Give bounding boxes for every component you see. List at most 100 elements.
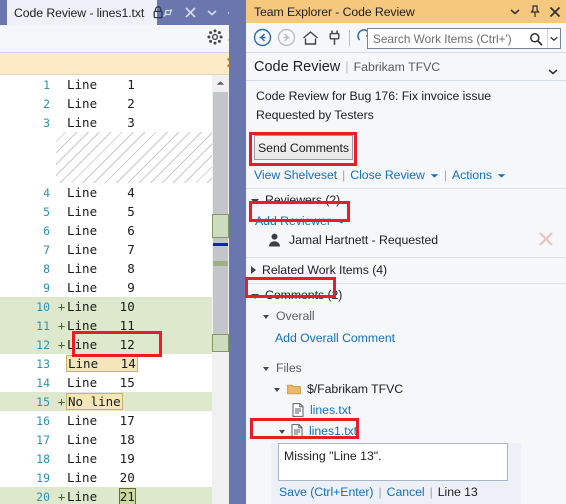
settings-gear-icon[interactable] bbox=[207, 29, 223, 50]
link-separator: | bbox=[378, 485, 382, 499]
chevron-down-icon[interactable] bbox=[263, 367, 269, 371]
chevron-down-icon[interactable] bbox=[497, 166, 506, 184]
code-line[interactable]: 6 Line 6 bbox=[0, 221, 212, 240]
link-separator: | bbox=[443, 168, 447, 182]
tab-label: Code Review - lines1.txt bbox=[14, 5, 145, 20]
line-text: Line 8 bbox=[67, 261, 135, 276]
code-line[interactable]: 14 Line 15 bbox=[0, 373, 212, 392]
code-line[interactable]: 7 Line 7 bbox=[0, 240, 212, 259]
actions-link[interactable]: Actions bbox=[452, 168, 492, 182]
code-line[interactable]: 11 + Line 11 bbox=[0, 316, 212, 335]
comment-textarea[interactable]: Missing "Line 13". bbox=[278, 443, 508, 481]
tab-code-review-lines1[interactable]: Code Review - lines1.txt bbox=[7, 0, 157, 25]
overall-group-header[interactable]: Overall bbox=[263, 309, 315, 323]
chevron-down-icon[interactable] bbox=[430, 166, 439, 184]
diff-marker: + bbox=[57, 337, 66, 352]
code-line[interactable]: 5 Line 5 bbox=[0, 202, 212, 221]
related-work-items-section-header[interactable]: Related Work Items (4) bbox=[251, 263, 387, 277]
chevron-down-icon[interactable] bbox=[279, 430, 285, 434]
add-overall-comment-link[interactable]: Add Overall Comment bbox=[275, 331, 395, 345]
close-review-link[interactable]: Close Review bbox=[350, 168, 425, 182]
line-text: Line 6 bbox=[67, 223, 135, 238]
team-explorer-title: Team Explorer - Code Review bbox=[254, 4, 415, 19]
code-line[interactable]: 8 Line 8 bbox=[0, 259, 212, 278]
view-shelveset-link[interactable]: View Shelveset bbox=[254, 168, 337, 182]
comments-section-header[interactable]: Comments (2) bbox=[251, 288, 342, 302]
line-number: 1 bbox=[43, 77, 50, 92]
review-summary-title: Code Review for Bug 176: Fix invoice iss… bbox=[256, 89, 492, 103]
code-line[interactable]: 18 Line 19 bbox=[0, 449, 212, 468]
line-number: 6 bbox=[43, 223, 50, 238]
tab-list-chevron-icon[interactable] bbox=[201, 0, 223, 25]
pin-icon[interactable] bbox=[157, 0, 179, 25]
remove-x-icon[interactable] bbox=[538, 231, 554, 252]
comment-editor-actions: Save (Ctrl+Enter) | Cancel | Line 13 bbox=[279, 485, 478, 499]
send-comments-button[interactable]: Send Comments bbox=[254, 135, 353, 160]
line-number: 11 bbox=[36, 318, 50, 333]
code-line[interactable]: 17 Line 18 bbox=[0, 430, 212, 449]
code-review-editor-pane: Code Review - lines1.txt 1 Line 1 2 Line… bbox=[0, 0, 245, 504]
scroll-up-arrow-icon[interactable] bbox=[212, 75, 229, 90]
team-explorer-title-bar: Team Explorer - Code Review bbox=[246, 0, 566, 23]
link-separator: | bbox=[429, 485, 433, 499]
code-line[interactable]: 20 + Line 21 bbox=[0, 487, 212, 504]
chevron-down-icon[interactable] bbox=[506, 1, 524, 22]
editor-vertical-scrollbar[interactable] bbox=[212, 75, 229, 504]
search-work-items-input[interactable]: Search Work Items (Ctrl+') bbox=[367, 28, 561, 49]
reviewers-section-label: Reviewers (2) bbox=[265, 193, 341, 207]
diff-marker: + bbox=[57, 489, 66, 504]
pane-splitter[interactable] bbox=[229, 0, 245, 504]
folder-name: $/Fabrikam TFVC bbox=[307, 382, 404, 396]
diff-code-area: 1 Line 1 2 Line 2 3 Line 3 4 Line 4 5 Li… bbox=[0, 75, 245, 504]
home-icon[interactable] bbox=[298, 26, 322, 50]
chevron-down-icon[interactable] bbox=[547, 29, 560, 48]
reviewer-name: Jamal Hartnett - Requested bbox=[289, 233, 439, 247]
editor-info-bar: ✕ bbox=[0, 53, 245, 75]
plug-icon[interactable] bbox=[322, 26, 346, 50]
code-line[interactable]: 16 Line 17 bbox=[0, 411, 212, 430]
code-line[interactable]: 19 Line 20 bbox=[0, 468, 212, 487]
line-text: Line 17 bbox=[67, 413, 135, 428]
code-line[interactable]: 9 Line 9 bbox=[0, 278, 212, 297]
file-node-lines1-txt[interactable]: lines1.txt bbox=[279, 424, 357, 438]
pin-icon[interactable] bbox=[526, 1, 544, 22]
chevron-down-icon[interactable] bbox=[274, 388, 280, 392]
add-reviewer-button[interactable]: Add Reviewer bbox=[255, 212, 346, 230]
app-window: Code Review - lines1.txt 1 Line 1 2 Line… bbox=[0, 0, 566, 504]
close-icon[interactable] bbox=[546, 1, 564, 22]
reviewer-list-item[interactable]: Jamal Hartnett - Requested bbox=[268, 233, 438, 247]
chevron-down-icon[interactable] bbox=[251, 293, 259, 299]
chevron-down-icon[interactable] bbox=[548, 62, 558, 80]
chevron-down-icon[interactable] bbox=[263, 315, 269, 319]
line-text: Line 4 bbox=[67, 185, 135, 200]
line-number: 8 bbox=[43, 261, 50, 276]
code-line[interactable]: 10 + Line 10 bbox=[0, 297, 212, 316]
code-line-commented[interactable]: 13 Line 14 bbox=[0, 354, 212, 373]
code-line[interactable]: 2 Line 2 bbox=[0, 94, 212, 113]
file-node-lines-txt[interactable]: lines.txt bbox=[292, 403, 351, 417]
search-magnifier-icon[interactable] bbox=[525, 32, 547, 46]
close-icon[interactable] bbox=[179, 0, 201, 25]
chevron-right-icon[interactable] bbox=[251, 266, 256, 274]
cancel-comment-link[interactable]: Cancel bbox=[387, 485, 425, 499]
files-group-header[interactable]: Files bbox=[263, 361, 302, 375]
chevron-down-icon[interactable] bbox=[251, 198, 259, 204]
code-line[interactable]: 1 Line 1 bbox=[0, 75, 212, 94]
save-comment-link[interactable]: Save (Ctrl+Enter) bbox=[279, 485, 374, 499]
reviewers-section-header[interactable]: Reviewers (2) bbox=[251, 193, 340, 207]
file-name: lines.txt bbox=[310, 403, 352, 417]
code-line[interactable]: 4 Line 4 bbox=[0, 183, 212, 202]
editor-toolbar bbox=[0, 25, 245, 53]
folder-node[interactable]: $/Fabrikam TFVC bbox=[274, 382, 403, 396]
line-text-highlighted: No line bbox=[66, 393, 123, 410]
back-arrow-icon[interactable] bbox=[250, 26, 274, 50]
code-line[interactable]: 12 + Line 12 bbox=[0, 335, 212, 354]
code-scroll-port: 1 Line 1 2 Line 2 3 Line 3 4 Line 4 5 Li… bbox=[0, 75, 212, 504]
code-line[interactable]: 3 Line 3 bbox=[0, 113, 212, 132]
comment-line-label: Line 13 bbox=[437, 485, 478, 499]
code-line[interactable]: 15 + No line bbox=[0, 392, 212, 411]
chevron-down-icon[interactable] bbox=[337, 212, 346, 230]
page-title-bar: Code Review | Fabrikam TFVC bbox=[246, 53, 566, 81]
line-text: Line 20 bbox=[67, 470, 135, 485]
file-name: lines1.txt bbox=[309, 424, 358, 438]
